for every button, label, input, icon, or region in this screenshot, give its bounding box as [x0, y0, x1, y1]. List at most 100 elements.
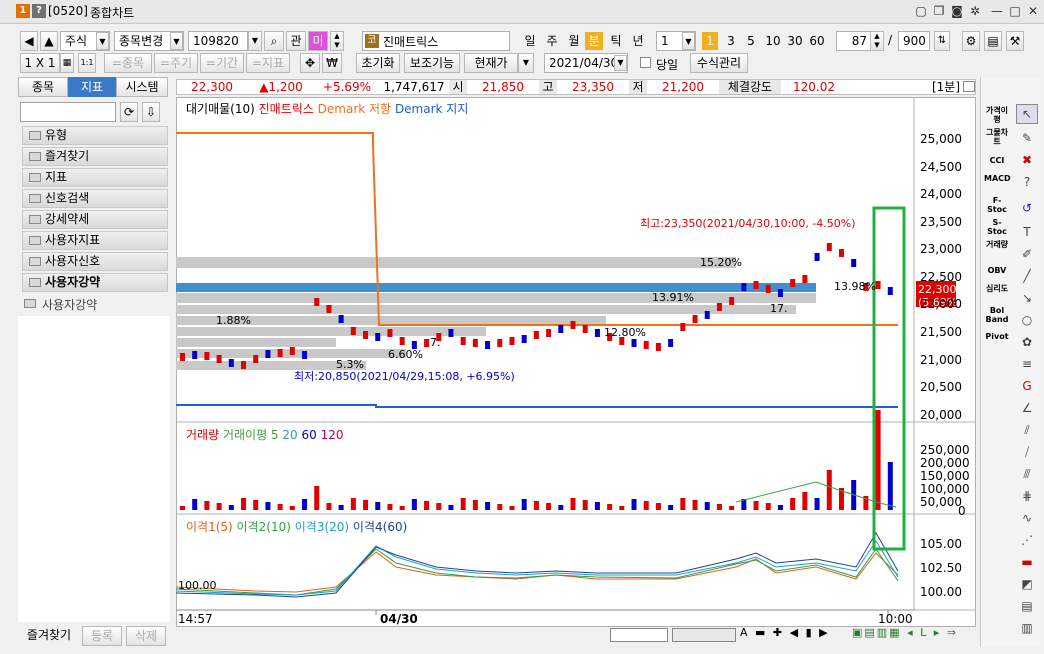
tools-icon[interactable]: ⚒	[1006, 31, 1024, 51]
legend-vol-ma60[interactable]: 60	[302, 428, 317, 442]
speed-icon[interactable]: ⋰	[1016, 530, 1038, 550]
cycle-icon[interactable]: ⫻	[1016, 464, 1038, 484]
legend-demark-sup[interactable]: Demark 지지	[395, 102, 468, 116]
tree-item-user-indicator[interactable]: 사용자지표	[22, 231, 168, 250]
download-icon[interactable]: ⇩	[142, 102, 160, 122]
angle-icon[interactable]: ∠	[1016, 398, 1038, 418]
search-icon[interactable]: ⌕	[264, 31, 284, 51]
horizontal-scrollbar[interactable]	[610, 628, 668, 642]
legend-disp1[interactable]: 이격1(5)	[186, 520, 233, 534]
gear-icon[interactable]: ⚙	[962, 31, 980, 51]
favorites-button[interactable]: 즐겨찾기	[20, 626, 78, 646]
legend-vol-ma120[interactable]: 120	[321, 428, 344, 442]
display-count-input[interactable]: 87	[836, 31, 872, 51]
tool-obv[interactable]: OBV	[984, 266, 1010, 275]
crosshair-icon[interactable]: ✥	[300, 53, 320, 73]
text-icon[interactable]: T	[1016, 222, 1038, 242]
interval-1[interactable]: 1	[702, 32, 718, 50]
chevron-down-icon[interactable]: ▼	[518, 53, 534, 73]
legend-stock[interactable]: 진매트릭스	[259, 102, 314, 116]
undo-icon[interactable]: ↺	[1016, 198, 1038, 218]
chevron-down-icon[interactable]: ▼	[614, 55, 627, 71]
tab-day[interactable]: 일	[520, 32, 540, 50]
save-icon[interactable]: ▤	[984, 31, 1002, 51]
maximize-icon[interactable]: □	[1008, 4, 1022, 18]
formula-manager-button[interactable]: 수식관리	[690, 53, 748, 73]
tool-net-chart[interactable]: 그물차트	[984, 128, 1010, 146]
spin-icon[interactable]: ▲ ▼	[870, 31, 884, 51]
tree-item-indicator[interactable]: 지표	[22, 168, 168, 187]
sync-indicator-button[interactable]: =지표	[246, 53, 290, 73]
shape-icon[interactable]: ✿	[1016, 332, 1038, 352]
spin-icon[interactable]: ▲ ▼	[330, 31, 344, 51]
grid-line-icon[interactable]: ⋕	[1016, 486, 1038, 506]
interval-30[interactable]: 30	[784, 32, 806, 50]
tab-year[interactable]: 년	[628, 32, 648, 50]
auto-icon[interactable]: ▬	[1016, 552, 1038, 572]
tool-macd[interactable]: MACD	[984, 174, 1011, 183]
up-arrow-icon[interactable]: ▲	[40, 31, 58, 51]
reset-button[interactable]: 초기화	[356, 53, 400, 73]
delete-button[interactable]: 삭제	[126, 626, 166, 646]
legend-supply[interactable]: 대기매물(10)	[186, 102, 255, 116]
tab-week[interactable]: 주	[542, 32, 562, 50]
tool-sstoc[interactable]: S-Stoc	[984, 218, 1010, 236]
tab-minute[interactable]: 분	[585, 32, 603, 50]
tool-price-ma[interactable]: 가격이평	[984, 106, 1010, 124]
tool-pivot[interactable]: Pivot	[984, 332, 1010, 341]
chart-nav-controls[interactable]: A ▬ ✚ ◀ ▮ ▶	[740, 626, 840, 642]
tree-item-favorites[interactable]: 즐겨찾기	[22, 147, 168, 166]
chart-icon[interactable]: ▥	[1016, 618, 1038, 638]
sync-stock-button[interactable]: =종목	[104, 53, 152, 73]
settings-icon[interactable]: ✲	[968, 4, 982, 18]
legend-disp2[interactable]: 이격2(10)	[237, 520, 291, 534]
sync-range-button[interactable]: =기간	[200, 53, 244, 73]
interval-3[interactable]: 3	[722, 32, 740, 50]
line-icon[interactable]: ╱	[1016, 266, 1038, 286]
tree-item-strength[interactable]: 강세약세	[22, 210, 168, 229]
tab-indicator[interactable]: 지표	[68, 77, 116, 97]
export-controls[interactable]: ▣▤▥▦ ◂ L ▸ ⇒	[852, 626, 976, 642]
arrow-line-icon[interactable]: ↘	[1016, 288, 1038, 308]
grid-icon[interactable]: ▦	[60, 53, 74, 73]
chart-svg[interactable]	[176, 97, 976, 627]
register-button[interactable]: 등록	[82, 626, 122, 646]
prev-arrow-icon[interactable]: ◀	[20, 31, 38, 51]
today-checkbox[interactable]	[640, 57, 651, 68]
camera-icon[interactable]: ◙	[950, 4, 964, 18]
layout-button[interactable]: 1 X 1	[20, 53, 60, 73]
legend-disp4[interactable]: 이격4(60)	[353, 520, 407, 534]
tree-item-signal[interactable]: 신호검색	[22, 189, 168, 208]
won-icon[interactable]: ₩	[322, 53, 342, 73]
zoom-slider[interactable]	[672, 628, 736, 642]
circle-icon[interactable]: ○	[1016, 310, 1038, 330]
tool-psychology[interactable]: 심리도	[984, 284, 1010, 293]
memo-icon[interactable]: ▢	[914, 4, 928, 18]
close-icon[interactable]: ✕	[1026, 4, 1040, 18]
assist-button[interactable]: 보조기능	[404, 53, 460, 73]
wave-icon[interactable]: ∿	[1016, 508, 1038, 528]
interval-60[interactable]: 60	[806, 32, 828, 50]
maximize-chart-icon[interactable]	[963, 81, 975, 92]
tool-cci[interactable]: CCI	[984, 156, 1010, 165]
chevron-down-icon[interactable]: ▼	[170, 32, 183, 50]
tool-bollinger[interactable]: Bol Band	[984, 306, 1010, 324]
channel-icon[interactable]: ⧸	[1016, 442, 1038, 462]
legend-vol-ma20[interactable]: 20	[282, 428, 297, 442]
pen-icon[interactable]: ✐	[1016, 244, 1038, 264]
eraser-icon[interactable]: ✎	[1016, 128, 1038, 148]
interval-5[interactable]: 5	[742, 32, 760, 50]
gann-icon[interactable]: G	[1016, 376, 1038, 396]
chevron-down-icon[interactable]: ▼	[248, 31, 262, 51]
stock-name-field[interactable]: 코 진매트릭스	[362, 31, 510, 51]
cursor-icon[interactable]: ↖	[1016, 104, 1038, 124]
tab-system[interactable]: 시스템	[116, 77, 168, 97]
legend-volume[interactable]: 거래량	[186, 428, 219, 442]
legend-disp3[interactable]: 이격3(20)	[295, 520, 349, 534]
tree-item-user-strength[interactable]: 사용자강약	[22, 273, 168, 292]
tab-stock[interactable]: 종목	[18, 77, 68, 97]
all-delete-icon[interactable]: ✖	[1016, 150, 1038, 170]
tree-sub-item[interactable]: 사용자강약	[22, 296, 168, 312]
sync-period-button[interactable]: =주기	[154, 53, 198, 73]
help-icon[interactable]: ?	[32, 4, 46, 18]
